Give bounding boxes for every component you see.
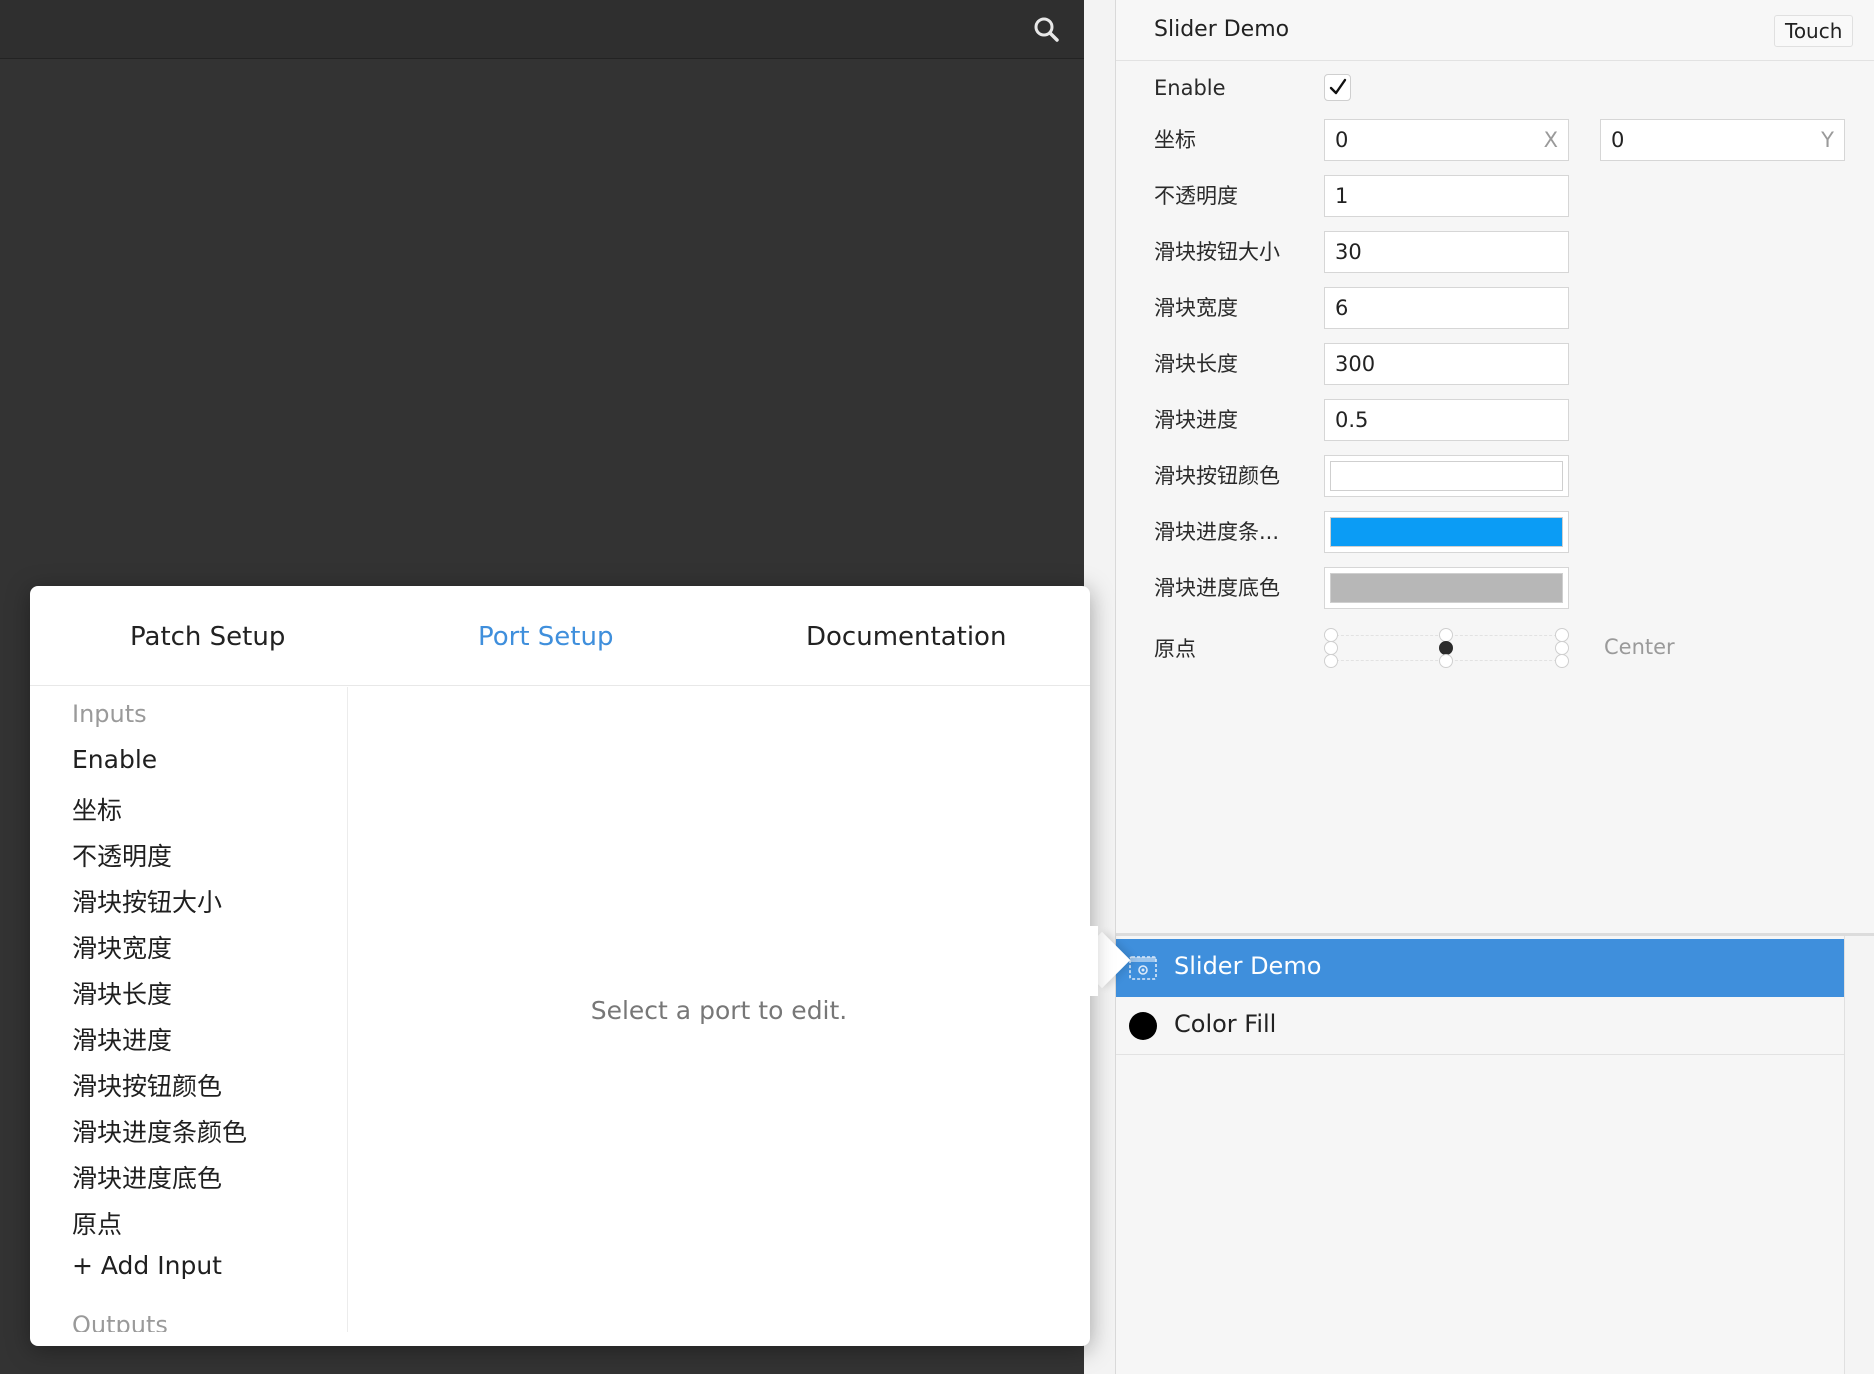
slider-length-field[interactable]: 300 — [1324, 343, 1569, 385]
track-color-well[interactable] — [1324, 567, 1569, 609]
color-fill-icon — [1129, 1012, 1157, 1040]
layer-row-slider-demo[interactable]: Slider Demo — [1116, 939, 1844, 997]
slider-length-label: 滑块长度 — [1154, 352, 1238, 376]
port-item-slider-progress[interactable]: 滑块进度 — [72, 1021, 172, 1057]
outputs-heading: Outputs — [72, 1311, 168, 1332]
progress-color-swatch — [1330, 517, 1563, 547]
progress-color-well[interactable] — [1324, 511, 1569, 553]
knob-color-label: 滑块按钮颜色 — [1154, 464, 1280, 488]
anchor-top-left[interactable] — [1324, 628, 1338, 642]
opacity-label: 不透明度 — [1154, 184, 1238, 208]
position-x-suffix: X — [1543, 128, 1558, 152]
layers-scrollbar[interactable] — [1844, 936, 1874, 1374]
inspector-panel: Slider Demo Touch Enable 坐标 0 X 0 Y 不透明度… — [1116, 0, 1874, 1374]
port-item-slider-length[interactable]: 滑块长度 — [72, 975, 172, 1011]
position-y-value: 0 — [1611, 128, 1625, 152]
search-icon[interactable] — [1028, 11, 1066, 49]
anchor-top-right[interactable] — [1555, 628, 1569, 642]
popover-tabs: Patch Setup Port Setup Documentation — [30, 586, 1090, 686]
layer-label: Slider Demo — [1174, 952, 1322, 980]
anchor-bottom-left[interactable] — [1324, 654, 1338, 668]
tab-documentation[interactable]: Documentation — [806, 622, 1006, 652]
tab-patch-setup[interactable]: Patch Setup — [130, 622, 285, 652]
inspector-title: Slider Demo — [1154, 17, 1290, 42]
anchor-bottom-center[interactable] — [1439, 654, 1453, 668]
knob-color-well[interactable] — [1324, 455, 1569, 497]
progress-color-label: 滑块进度条... — [1154, 520, 1280, 544]
port-item-progress-color[interactable]: 滑块进度条颜色 — [72, 1113, 247, 1149]
port-item-enable[interactable]: Enable — [72, 745, 157, 774]
slider-width-field[interactable]: 6 — [1324, 287, 1569, 329]
port-item-knob-size[interactable]: 滑块按钮大小 — [72, 883, 222, 919]
patch-icon — [1129, 956, 1157, 980]
popover-arrow-join — [1070, 926, 1098, 996]
anchor-picker[interactable] — [1324, 628, 1569, 668]
position-label: 坐标 — [1154, 128, 1196, 152]
add-input-button[interactable]: + Add Input — [72, 1251, 222, 1280]
canvas-toolbar — [0, 0, 1084, 59]
knob-color-swatch — [1330, 461, 1563, 491]
anchor-middle-right[interactable] — [1555, 641, 1569, 655]
opacity-field[interactable]: 1 — [1324, 175, 1569, 217]
position-x-field[interactable]: 0 X — [1324, 119, 1569, 161]
anchor-middle-left[interactable] — [1324, 641, 1338, 655]
checkmark-icon — [1329, 78, 1347, 95]
port-item-slider-width[interactable]: 滑块宽度 — [72, 929, 172, 965]
inspector-header: Slider Demo Touch — [1116, 0, 1874, 61]
port-item-track-color[interactable]: 滑块进度底色 — [72, 1159, 222, 1195]
empty-state-message: Select a port to edit. — [590, 996, 848, 1025]
knob-size-label: 滑块按钮大小 — [1154, 240, 1280, 264]
tab-port-setup[interactable]: Port Setup — [478, 622, 613, 652]
inputs-heading: Inputs — [72, 700, 147, 728]
port-item-opacity[interactable]: 不透明度 — [72, 837, 172, 873]
knob-size-field[interactable]: 30 — [1324, 231, 1569, 273]
layers-list: Slider Demo Color Fill — [1116, 933, 1874, 1374]
track-color-swatch — [1330, 573, 1563, 603]
anchor-center[interactable] — [1439, 641, 1453, 655]
anchor-label: 原点 — [1154, 637, 1196, 661]
layer-label: Color Fill — [1174, 1010, 1277, 1038]
track-color-label: 滑块进度底色 — [1154, 576, 1280, 600]
port-item-anchor[interactable]: 原点 — [72, 1205, 122, 1241]
position-x-value: 0 — [1335, 128, 1349, 152]
position-y-field[interactable]: 0 Y — [1600, 119, 1845, 161]
slider-progress-label: 滑块进度 — [1154, 408, 1238, 432]
layer-row-color-fill[interactable]: Color Fill — [1116, 997, 1844, 1055]
slider-width-label: 滑块宽度 — [1154, 296, 1238, 320]
anchor-bottom-right[interactable] — [1555, 654, 1569, 668]
anchor-value: Center — [1604, 635, 1675, 659]
touch-button[interactable]: Touch — [1774, 15, 1854, 47]
ports-list: Inputs Enable 坐标 不透明度 滑块按钮大小 滑块宽度 滑块长度 滑… — [30, 687, 348, 1332]
port-item-knob-color[interactable]: 滑块按钮颜色 — [72, 1067, 222, 1103]
enable-label: Enable — [1154, 76, 1226, 100]
enable-checkbox[interactable] — [1324, 74, 1351, 101]
anchor-top-center[interactable] — [1439, 628, 1453, 642]
position-y-suffix: Y — [1821, 128, 1834, 152]
port-item-position[interactable]: 坐标 — [72, 791, 122, 827]
port-setup-popover: Patch Setup Port Setup Documentation Inp… — [30, 586, 1090, 1346]
slider-progress-field[interactable]: 0.5 — [1324, 399, 1569, 441]
